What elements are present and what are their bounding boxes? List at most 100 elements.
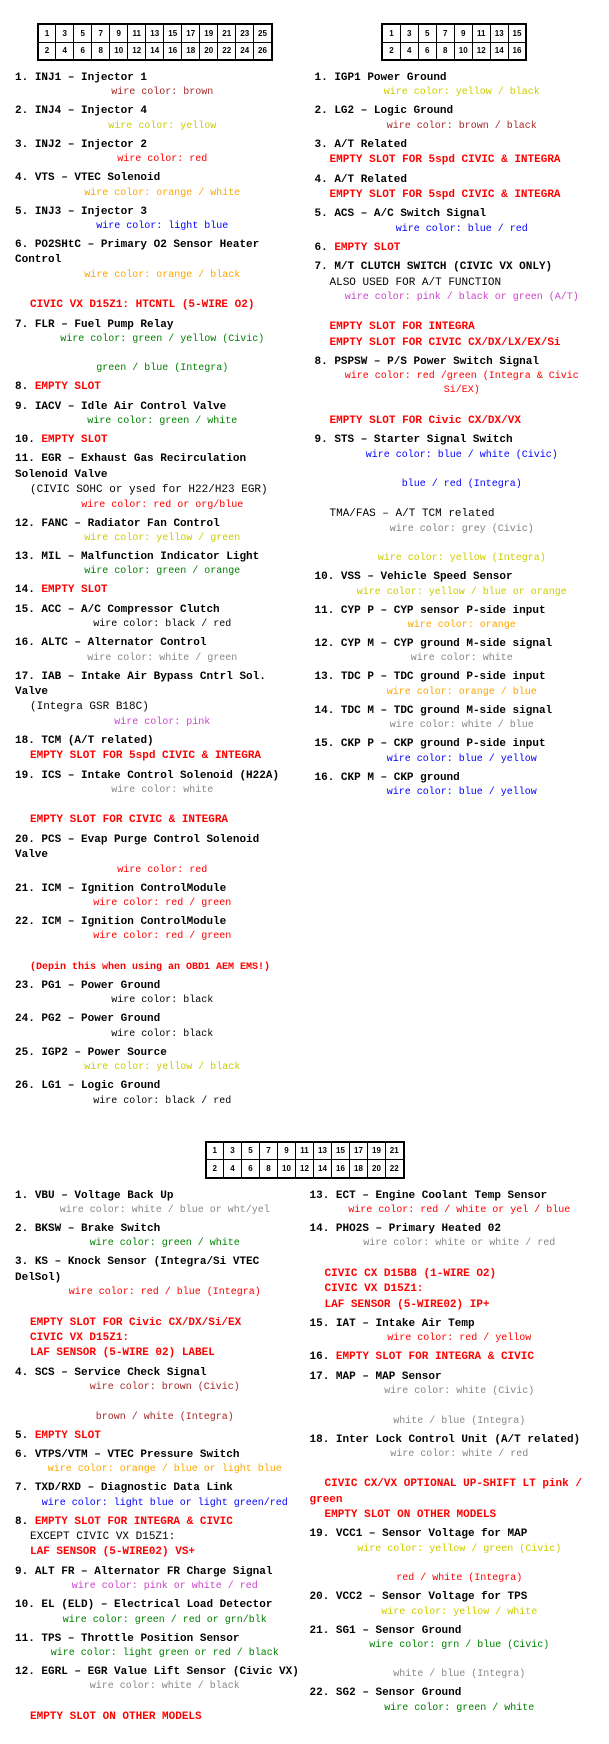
wire-color: wire color: black / red [15,618,295,632]
pin-cell: 9 [278,1142,296,1160]
pin-cell: 14 [314,1160,332,1178]
wire-color: wire color: red [15,864,295,878]
item-number: 1. [15,1190,28,1202]
wire-color: wire color: pink / black or green (A/T) [315,291,595,305]
list-item: 2. INJ4 – Injector 4wire color: yellow [15,104,295,133]
item-name: VCC1 – Sensor Voltage for MAP [336,1528,527,1540]
item-sub: (Integra GSR B18C) [15,701,149,713]
wire-color: wire color: white (Civic) [310,1385,595,1399]
item-name: INJ3 – Injector 3 [35,206,147,218]
item-extra: EMPTY SLOT FOR Civic CX/DX/VX [315,415,521,427]
item-extra: CIVIC CX D15B8 (1-WIRE O2) [310,1268,497,1280]
pin-cell: 16 [164,42,182,60]
wire-color: wire color: white / black [15,1680,300,1694]
pin-cell: 18 [350,1160,368,1178]
list-item: 8. EMPTY SLOT [15,380,295,395]
pin-cell: 7 [92,24,110,42]
item-name: VSS – Vehicle Speed Sensor [341,571,513,583]
item-name: EGR – Exhaust Gas Recirculation Solenoid… [15,453,246,480]
list-item: 19. ICS – Intake Control Solenoid (H22A)… [15,769,295,829]
wire-color: wire color: white / blue or wht/yel [15,1204,300,1218]
list-item: 25. IGP2 – Power Sourcewire color: yello… [15,1046,295,1075]
wire-color: wire color: orange / blue or light blue [15,1463,300,1477]
list-item: 19. VCC1 – Sensor Voltage for MAPwire co… [310,1527,595,1586]
list-item: 5. EMPTY SLOT [15,1429,300,1444]
item-extra2: CIVIC VX D15Z1: [310,1283,424,1295]
list-item: 13. ECT – Engine Coolant Temp Sensorwire… [310,1189,595,1218]
connector-d-inner: 1. VBU – Voltage Back Upwire color: whit… [15,1189,594,1730]
list-item: 16. CKP M – CKP groundwire color: blue /… [315,771,595,800]
list-item: 3. INJ2 – Injector 2wire color: red [15,138,295,167]
empty-slot-label: EMPTY SLOT [41,434,107,446]
pin-cell: 12 [128,42,146,60]
item-number: 8. [15,381,28,393]
item-number: 10. [15,1599,35,1611]
wire-color: wire color: green / orange [15,565,295,579]
item-number: 3. [315,139,328,151]
list-item: 11. EGR – Exhaust Gas Recirculation Sole… [15,452,295,512]
item-name: CYP P – CYP sensor P-side input [341,605,546,617]
item-number: 14. [310,1223,330,1235]
wire-color: wire color: green / white [15,1237,300,1251]
list-item: 10. EMPTY SLOT [15,433,295,448]
item-extra2: EMPTY SLOT ON OTHER MODELS [310,1509,497,1521]
wire-color: wire color: light blue or light green/re… [15,1497,300,1511]
list-item: 16. ALTC – Alternator Controlwire color:… [15,636,295,665]
item-number: 9. [15,401,28,413]
item-name: TDC P – TDC ground P-side input [341,671,546,683]
pin-cell: 8 [260,1160,278,1178]
item-extra: EMPTY SLOT ON OTHER MODELS [15,1711,202,1723]
list-item: 4. SCS – Service Check Signalwire color:… [15,1366,300,1425]
list-item: 10. VSS – Vehicle Speed Sensorwire color… [315,570,595,599]
list-item: 15. CKP P – CKP ground P-side inputwire … [315,737,595,766]
wire-color: wire color: orange / white [15,187,295,201]
item-number: 4. [15,1367,28,1379]
connector-b-pin-grid-wrapper: 13579111315 246810121416 [315,23,595,61]
wire-color: wire color: white / red [310,1448,595,1462]
pin-cell: 21 [386,1142,404,1160]
pin-cell: 3 [224,1142,242,1160]
item-name: PG1 – Power Ground [41,980,160,992]
item-name: ICS – Intake Control Solenoid (H22A) [41,770,279,782]
connector-d-list-right: 13. ECT – Engine Coolant Temp Sensorwire… [310,1189,595,1716]
item-number: 21. [15,883,35,895]
pin-cell: 2 [38,42,56,60]
connector-b-list: 1. IGP1 Power Groundwire color: yellow /… [315,71,595,800]
item-name: INJ1 – Injector 1 [35,72,147,84]
item-number: 7. [315,261,328,273]
item-name: VCC2 – Sensor Voltage for TPS [336,1591,527,1603]
pin-cell: 2 [206,1160,224,1178]
connector-d-pin-table: 13579111315171921 246810121416182022 [205,1141,405,1179]
list-item: 11. CYP P – CYP sensor P-side inputwire … [315,604,595,633]
item-extra: EMPTY SLOT FOR 5spd CIVIC & INTEGRA [315,189,561,201]
item-number: 10. [315,571,335,583]
pin-cell: 15 [332,1142,350,1160]
item-name: INJ2 – Injector 2 [35,139,147,151]
pin-cell: 10 [110,42,128,60]
item-extra: EMPTY SLOT FOR CIVIC & INTEGRA [15,814,228,826]
wire-color: wire color: red /green (Integra & Civic … [315,370,595,398]
page-container: 135791113151719212325 246810121416182022… [10,10,599,1734]
item-number: 23. [15,980,35,992]
wire-color: wire color: green / yellow (Civic) [15,333,295,347]
pin-cell: 20 [200,42,218,60]
item-number: 17. [310,1371,330,1383]
item-number: 4. [15,172,28,184]
connector-d-right-col: 13. ECT – Engine Coolant Temp Sensorwire… [310,1189,595,1730]
item-name: VTS – VTEC Solenoid [35,172,160,184]
pin-cell: 6 [74,42,92,60]
wire-color: wire color: light blue [15,220,295,234]
list-item: 17. IAB – Intake Air Bypass Cntrl Sol. V… [15,670,295,730]
item-name: Inter Lock Control Unit (A/T related) [336,1434,580,1446]
item-name: ACC – A/C Compressor Clutch [41,604,219,616]
pin-cell: 23 [236,24,254,42]
pin-cell: 21 [218,24,236,42]
wire-color-3: wire color: grey (Civic) [315,523,595,537]
item-extra: LAF SENSOR (5-WIRE02) VS+ [15,1546,195,1558]
pin-cell: 20 [368,1160,386,1178]
list-item: 8. PSPSW – P/S Power Switch Signalwire c… [315,355,595,429]
item-name: TCM (A/T related) [41,735,153,747]
item-name: FLR – Fuel Pump Relay [35,319,174,331]
list-item: 23. PG1 – Power Groundwire color: black [15,979,295,1008]
list-item: 8. EMPTY SLOT FOR INTEGRA & CIVICEXCEPT … [15,1515,300,1561]
